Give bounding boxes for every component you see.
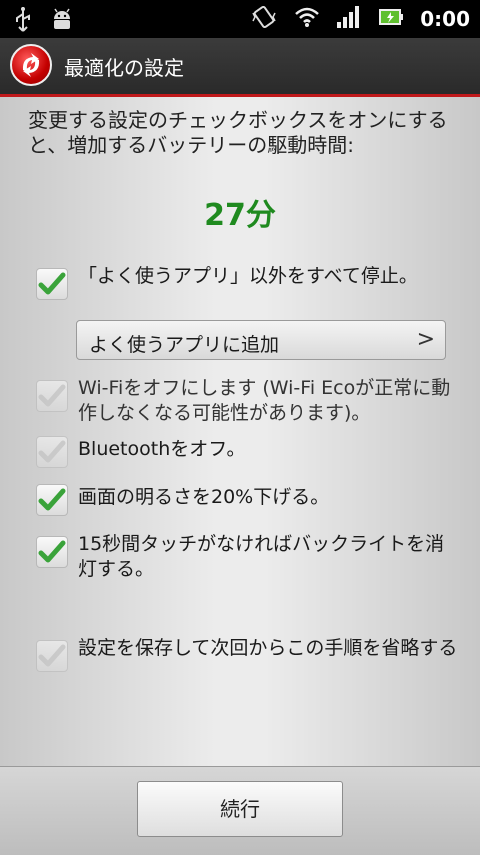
app-logo-icon (10, 44, 52, 86)
checkmark-icon (38, 272, 66, 295)
page-title: 最適化の設定 (64, 56, 184, 80)
bottom-action-bar: 続行 (0, 766, 480, 855)
option-label: 設定を保存して次回からこの手順を省略する (78, 637, 458, 659)
checkmark-icon (38, 384, 66, 407)
checkbox-stop-apps[interactable] (36, 268, 68, 300)
option-label: 画面の明るさを20%下げる。 (78, 486, 330, 508)
status-clock: 0:00 (420, 7, 470, 31)
checkmark-icon (38, 440, 66, 463)
checkmark-icon (38, 540, 66, 563)
checkbox-dim-screen[interactable] (36, 484, 68, 516)
vibrate-icon (250, 3, 278, 35)
checkmark-icon (38, 644, 66, 667)
checkbox-save-settings[interactable] (36, 640, 68, 672)
status-left-icons (14, 6, 74, 36)
android-debug-icon (50, 7, 74, 35)
checkbox-wifi-off[interactable] (36, 380, 68, 412)
status-bar: 0:00 (0, 0, 480, 38)
option-label: 15秒間タッチがなければバックライトを消灯する。 (78, 533, 445, 580)
usb-icon (14, 6, 32, 36)
option-label: 「よく使うアプリ」以外をすべて停止。 (78, 265, 418, 287)
chevron-right-icon: > (416, 327, 435, 352)
intro-text: 変更する設定のチェックボックスをオンにすると、増加するバッテリーの駆動時間: (28, 108, 448, 157)
add-favorite-apps-button[interactable]: よく使うアプリに追加 > (76, 320, 446, 360)
checkmark-icon (38, 488, 66, 511)
title-bar: 最適化の設定 (0, 38, 480, 97)
checkbox-backlight-off[interactable] (36, 536, 68, 568)
option-label: Wi-Fiをオフにします (Wi-Fi Ecoが正常に動作しなくなる可能性があり… (78, 377, 451, 424)
checkbox-bluetooth-off[interactable] (36, 436, 68, 468)
battery-time-gained: 27分 (204, 198, 276, 233)
status-right-icons: 0:00 (250, 0, 470, 38)
signal-icon (336, 5, 362, 33)
battery-charging-icon (378, 6, 404, 32)
option-label: Bluetoothをオフ。 (78, 438, 246, 460)
wifi-icon (294, 6, 320, 32)
continue-button[interactable]: 続行 (137, 781, 343, 837)
add-favorite-apps-label: よく使うアプリに追加 (89, 334, 280, 356)
